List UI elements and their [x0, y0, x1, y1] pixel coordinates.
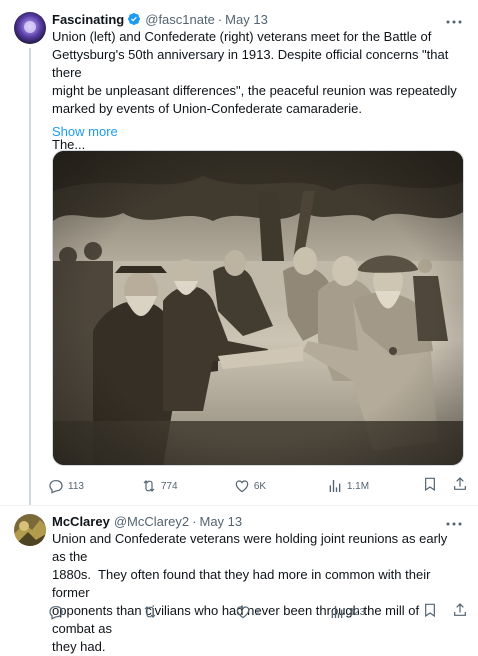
repost-icon [144, 606, 155, 618]
reply-button[interactable]: 113 [48, 478, 88, 494]
repost-button[interactable] [142, 604, 182, 620]
repost-icon [143, 480, 155, 492]
tweet-date[interactable]: May 13 [199, 514, 242, 529]
repost-button[interactable]: 774 [141, 478, 181, 494]
separator-dot: · [192, 513, 197, 529]
views-icon [329, 480, 341, 492]
tweet-text: Union and Confederate veterans were hold… [52, 531, 448, 654]
author-name[interactable]: McClarey [52, 514, 110, 529]
like-icon [235, 480, 249, 493]
thread-line [29, 48, 31, 506]
views-count: 323 [348, 606, 366, 618]
views-button[interactable]: 323 [329, 604, 369, 620]
tweet-1[interactable]: Fascinating @fasc1nate · May 13 Union (l… [0, 0, 478, 506]
avatar[interactable] [14, 12, 46, 44]
tweet-header: Fascinating @fasc1nate · May 13 [52, 10, 268, 28]
historic-photo-image [53, 151, 463, 465]
views-icon [331, 606, 342, 618]
reply-button[interactable] [48, 604, 88, 620]
like-button[interactable]: 1 [235, 604, 275, 620]
author-name[interactable]: Fascinating [52, 12, 124, 27]
avatar[interactable] [14, 514, 46, 546]
like-icon [236, 606, 250, 619]
separator-dot: · [217, 11, 223, 27]
share-icon[interactable] [452, 602, 468, 623]
views-count: 1.1M [346, 480, 370, 492]
reply-icon [49, 606, 63, 620]
bookmark-icon[interactable] [422, 476, 438, 497]
tweet-actions: 1 323 [48, 602, 468, 622]
tweet-photo[interactable] [52, 150, 464, 466]
like-count: 6K [253, 480, 267, 492]
views-button[interactable]: 1.1M [327, 478, 369, 494]
bookmark-icon[interactable] [422, 602, 438, 623]
tweet-date[interactable]: May 13 [225, 12, 268, 27]
reply-count: 113 [68, 480, 84, 492]
tweet-header: McClarey @McClarey2 · May 13 [52, 512, 242, 530]
author-handle[interactable]: @fasc1nate [145, 12, 215, 27]
repost-count: 774 [160, 480, 178, 492]
verified-icon [127, 12, 141, 26]
like-count: 1 [255, 606, 261, 618]
reply-icon [49, 480, 63, 494]
show-more-link[interactable]: Show more [52, 124, 118, 139]
tweet-actions: 113 774 6K 1.1M [48, 476, 468, 496]
share-icon[interactable] [452, 476, 468, 497]
tweet-2[interactable]: McClarey @McClarey2 · May 13 Union and C… [0, 506, 478, 654]
like-button[interactable]: 6K [234, 478, 274, 494]
author-handle[interactable]: @McClarey2 [114, 514, 189, 529]
right-actions [422, 602, 468, 623]
right-actions [422, 476, 468, 497]
